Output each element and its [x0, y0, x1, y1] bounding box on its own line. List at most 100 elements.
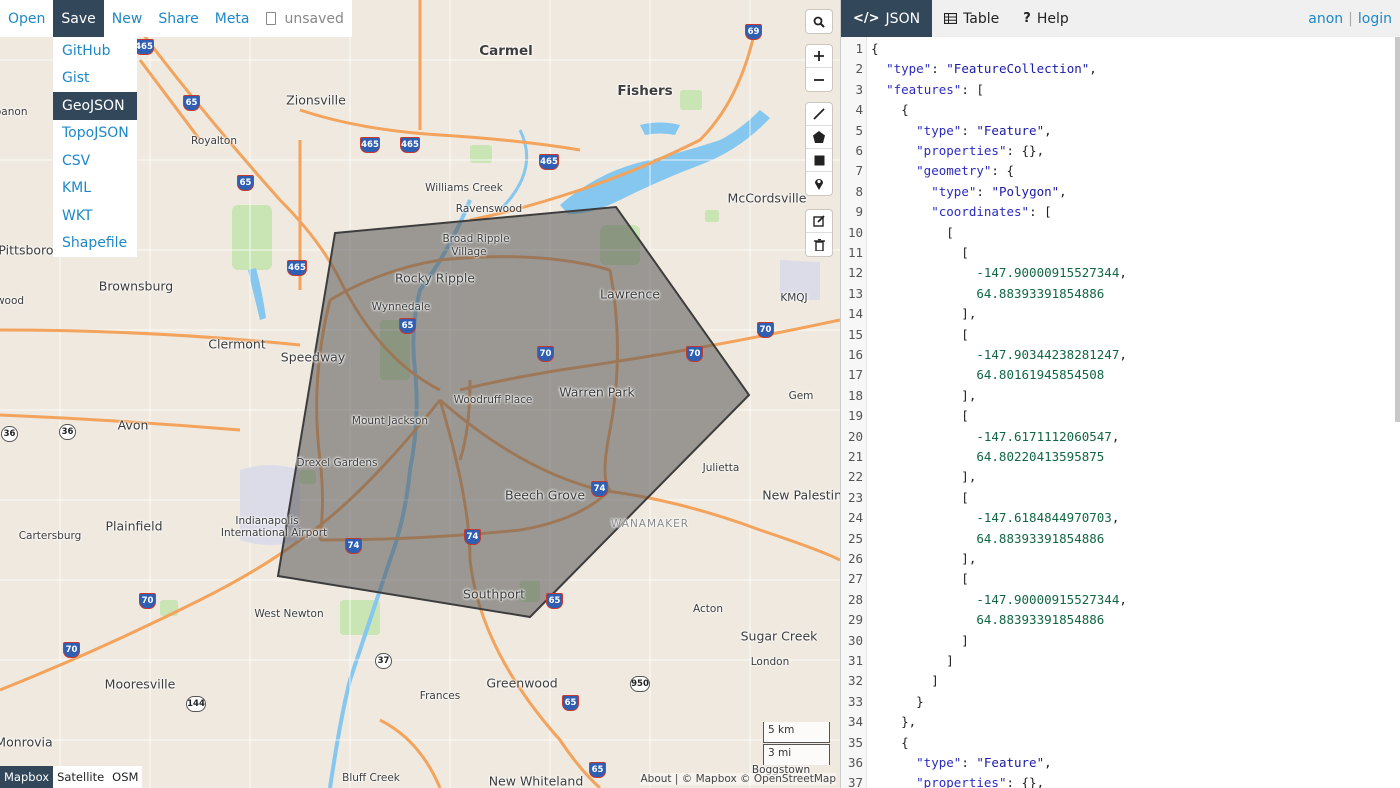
- line-number: 18: [847, 387, 863, 403]
- code-line: [: [871, 571, 969, 587]
- code-line: [: [871, 489, 969, 505]
- line-number: 6: [855, 143, 863, 158]
- save-option-github[interactable]: GitHub: [53, 37, 137, 65]
- code-line: "geometry": {: [916, 163, 1015, 179]
- code-line: ]: [871, 632, 969, 648]
- tab-json-label: JSON: [885, 10, 921, 27]
- scale-km: 5 km: [763, 722, 830, 743]
- line-number: 31: [847, 653, 863, 668]
- highway-shield: 70: [63, 642, 80, 658]
- tab-help[interactable]: ? Help: [1011, 0, 1080, 37]
- marker-draw-icon: [815, 179, 823, 190]
- layer-mapbox[interactable]: Mapbox: [0, 766, 54, 788]
- line-number: 29: [847, 612, 863, 628]
- draw-rectangle-button[interactable]: [806, 149, 832, 172]
- table-icon: [944, 13, 958, 24]
- line-number: 27: [847, 571, 863, 587]
- zoom-controls: [806, 45, 832, 91]
- minus-icon: [814, 78, 824, 81]
- tab-json[interactable]: </> JSON: [841, 0, 933, 37]
- line-number: 34: [847, 714, 863, 730]
- draw-marker-button[interactable]: [806, 172, 832, 195]
- code-line: 64.80220413595875: [976, 449, 1105, 464]
- json-editor[interactable]: 1 2 3 4 5 6 7 8 9 10 11 12 13 14 15 16 17 18 19 20 21 22 23 24 2…: [841, 37, 1400, 788]
- code-line: {: [871, 102, 909, 118]
- line-number: 2: [855, 61, 863, 77]
- highway-shield: 65: [399, 318, 416, 334]
- user-anon-link[interactable]: anon: [1308, 11, 1343, 27]
- line-number: 19: [847, 408, 863, 424]
- tab-help-label: Help: [1036, 10, 1069, 27]
- map-view[interactable]: Carmel Fishers Zionsville Royalton Williams …: [0, 0, 840, 788]
- menu-meta[interactable]: Meta: [207, 0, 258, 37]
- search-button[interactable]: [806, 10, 832, 33]
- code-line: [: [871, 408, 969, 424]
- save-option-wkt[interactable]: WKT: [53, 202, 137, 230]
- code-line: "properties": {},: [916, 143, 1045, 158]
- highway-shield: 65: [237, 175, 254, 191]
- polygon-draw-icon: [813, 131, 825, 143]
- highway-shield: 69: [745, 24, 762, 40]
- line-number: 23: [847, 489, 863, 505]
- edit-icon: [813, 215, 825, 227]
- line-number: 16: [847, 347, 863, 362]
- highway-shield: 74: [591, 481, 608, 497]
- menu-share[interactable]: Share: [150, 0, 206, 37]
- menu-new[interactable]: New: [104, 0, 151, 37]
- code-line: ]: [871, 673, 939, 689]
- code-line: 64.88393391854886: [976, 530, 1105, 546]
- line-number: 1: [855, 41, 863, 56]
- code-line: [: [871, 326, 969, 342]
- save-option-kml[interactable]: KML: [53, 175, 137, 203]
- code-line: "coordinates": [: [931, 204, 1052, 220]
- code-icon: </>: [853, 11, 880, 26]
- highway-shield: 70: [757, 322, 774, 338]
- document-icon: [265, 12, 276, 25]
- highway-shield: 465: [539, 154, 559, 170]
- line-number: 12: [847, 265, 863, 281]
- code-line: ]: [871, 653, 954, 668]
- menu-open[interactable]: Open: [0, 0, 53, 37]
- line-number: 7: [855, 163, 863, 179]
- code-line: ],: [871, 469, 977, 485]
- line-number: 33: [847, 693, 863, 709]
- save-option-csv[interactable]: CSV: [53, 147, 137, 175]
- layer-satellite[interactable]: Satellite: [53, 766, 108, 788]
- zoom-in-button[interactable]: [806, 45, 832, 68]
- line-number: 17: [847, 367, 863, 383]
- tab-table-label: Table: [963, 10, 1000, 27]
- draw-line-button[interactable]: [806, 103, 832, 126]
- code-line: "type": "Polygon",: [931, 183, 1067, 199]
- line-number: 32: [847, 673, 863, 689]
- highway-shield: 465: [134, 39, 154, 55]
- layer-osm[interactable]: OSM: [108, 766, 142, 788]
- save-option-gist[interactable]: Gist: [53, 65, 137, 93]
- login-link[interactable]: login: [1358, 11, 1392, 27]
- code-line: ],: [871, 551, 977, 566]
- drawn-polygon[interactable]: [276, 205, 751, 619]
- save-option-shapefile[interactable]: Shapefile: [53, 230, 137, 258]
- highway-shield: 36: [59, 424, 76, 440]
- menu-save[interactable]: Save: [53, 0, 104, 37]
- save-option-topojson[interactable]: TopoJSON: [53, 120, 137, 148]
- search-tool-group: [806, 10, 832, 33]
- highway-shield: 74: [464, 529, 481, 545]
- tab-table[interactable]: Table: [932, 0, 1011, 37]
- line-draw-icon: [813, 108, 825, 120]
- draw-controls: [806, 103, 832, 195]
- line-number: 3: [855, 81, 863, 97]
- map-attribution[interactable]: About | © Mapbox © OpenStreetMap: [640, 773, 836, 785]
- code-line: "type": "FeatureCollection",: [886, 61, 1097, 77]
- highway-shield: 65: [546, 593, 563, 609]
- code-line: "features": [: [886, 81, 984, 97]
- line-number: 13: [847, 285, 863, 301]
- save-option-geojson[interactable]: GeoJSON: [53, 92, 137, 120]
- code-line: -147.90000915527344,: [976, 591, 1127, 607]
- draw-polygon-button[interactable]: [806, 126, 832, 149]
- highway-shield: 465: [400, 137, 420, 153]
- delete-button[interactable]: [806, 233, 832, 256]
- editor-scrollbar[interactable]: [1395, 37, 1400, 422]
- line-number: 21: [847, 449, 863, 464]
- edit-button[interactable]: [806, 210, 832, 233]
- zoom-out-button[interactable]: [806, 68, 832, 91]
